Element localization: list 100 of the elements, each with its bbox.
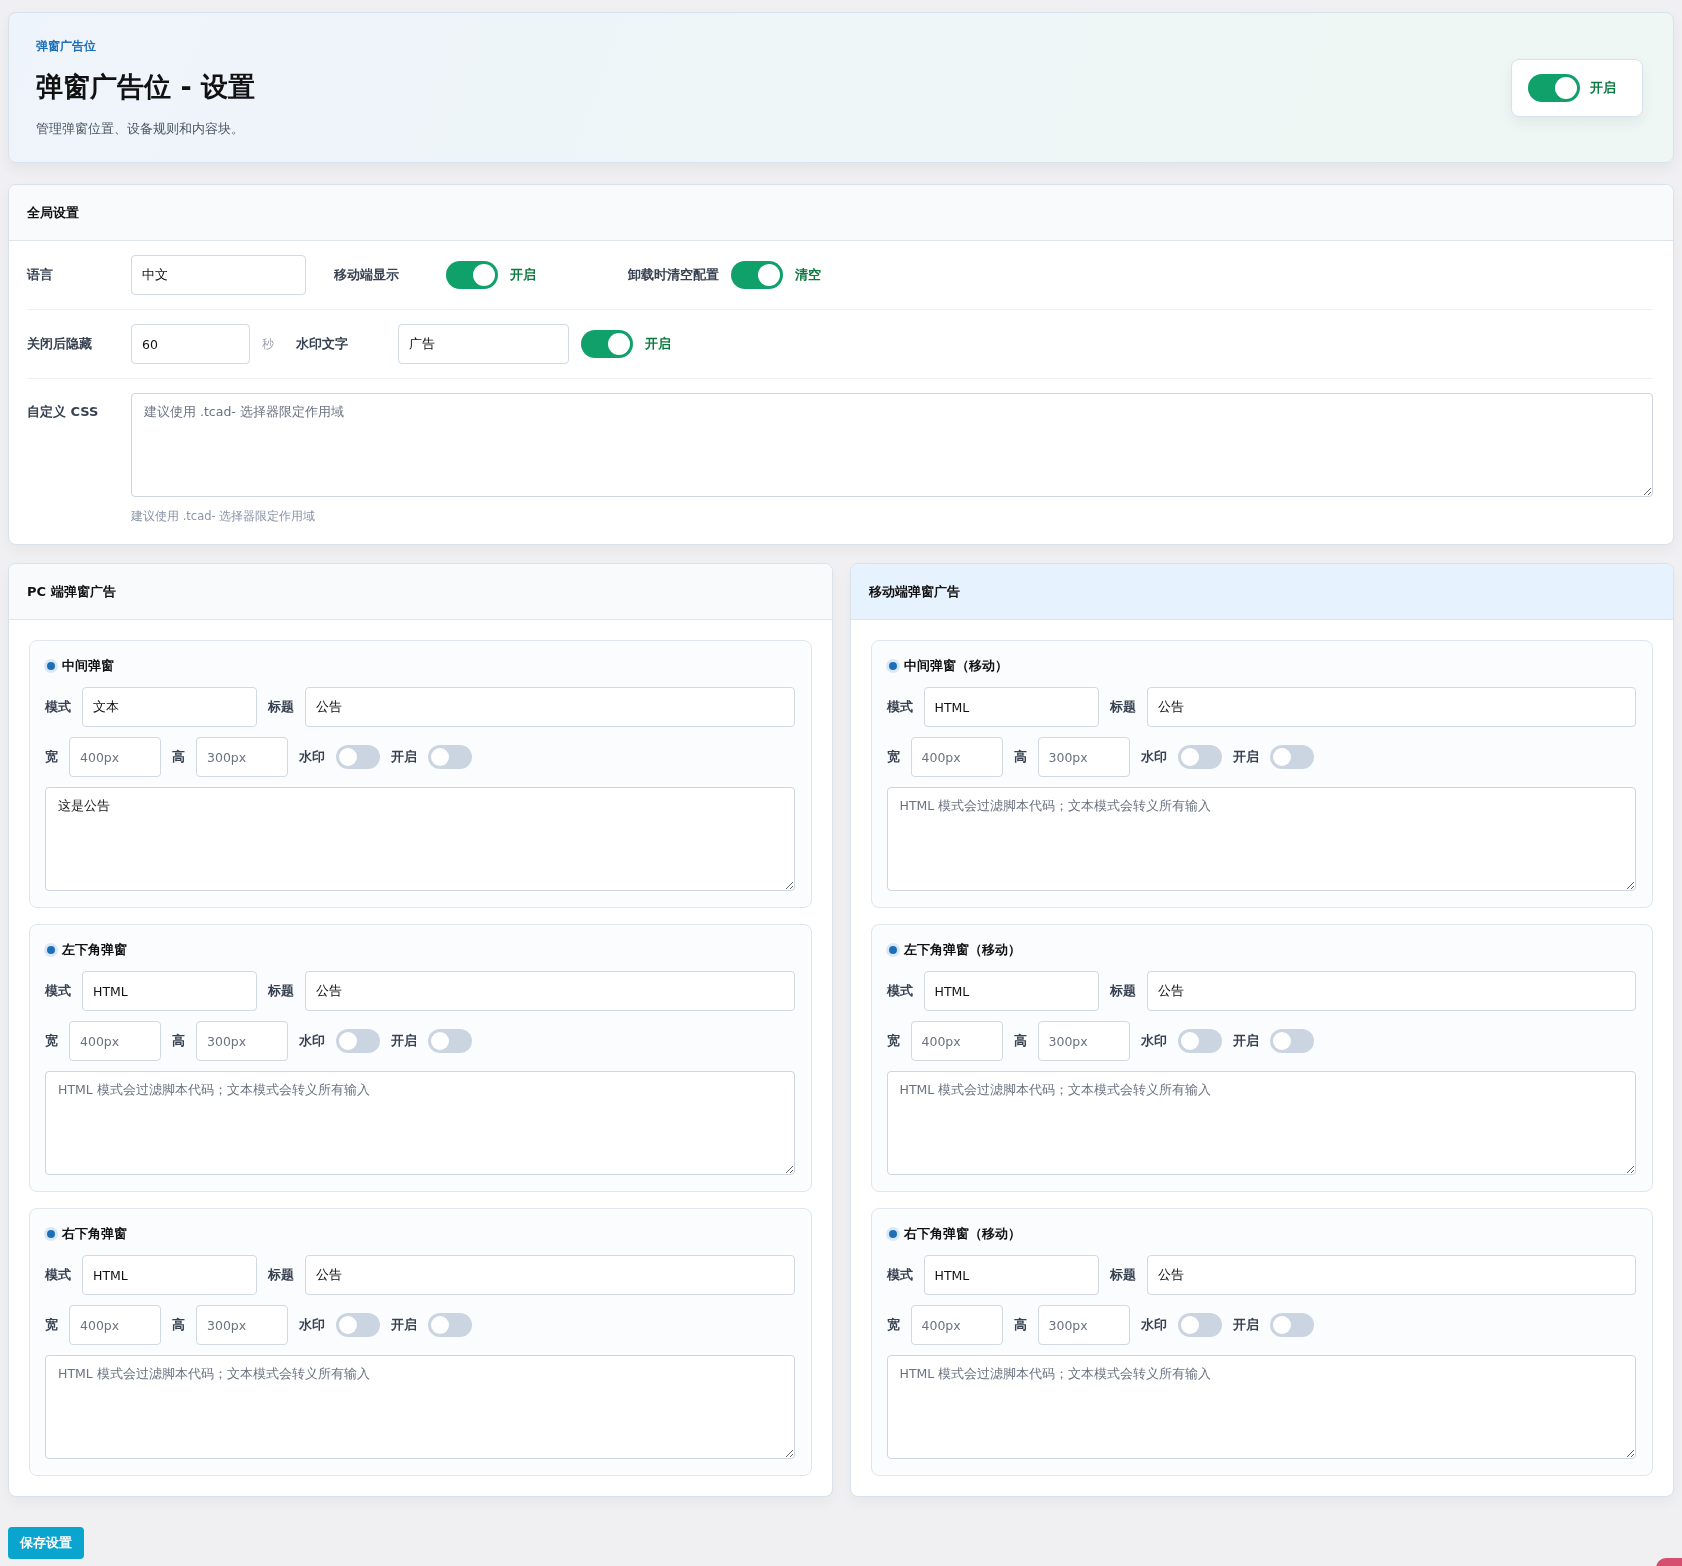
watermark-text-field[interactable]: 广告	[398, 324, 569, 364]
width-field[interactable]: 400px	[910, 737, 1003, 777]
field-label: 开启	[1232, 1032, 1259, 1050]
toggle-switch[interactable]	[581, 330, 633, 358]
field-label: 标题	[268, 982, 294, 1000]
field-label: 开启	[1232, 748, 1259, 766]
mode-field[interactable]: HTML	[923, 971, 1099, 1011]
height-field[interactable]: 300px	[196, 1305, 288, 1345]
title-field[interactable]: 公告	[305, 1255, 795, 1295]
field-label: 关闭后隐藏	[27, 335, 93, 353]
toggle-switch[interactable]	[336, 1029, 380, 1053]
unit-label: 秒	[262, 335, 274, 353]
toggle-switch[interactable]	[428, 1313, 472, 1337]
toggle-switch[interactable]	[428, 745, 472, 769]
field-label: 宽	[886, 1316, 900, 1334]
card-title: 右下角弹窗	[62, 1225, 127, 1243]
hide-seconds-field[interactable]: 60	[131, 324, 250, 364]
card-title: 中间弹窗	[62, 657, 114, 675]
bullet-icon	[47, 1230, 55, 1238]
toggle-switch[interactable]	[1177, 1029, 1222, 1053]
toggle-switch[interactable]	[1269, 1029, 1314, 1053]
field-label: 高	[1013, 748, 1027, 766]
content-field[interactable]: HTML 模式会过滤脚本代码；文本模式会转义所有输入	[45, 1071, 795, 1175]
width-field[interactable]: 400px	[69, 1305, 161, 1345]
field-label: 开启	[391, 1032, 417, 1050]
custom-css-field[interactable]: 建议使用 .tcad- 选择器限定作用域	[131, 393, 1653, 497]
toggle-switch[interactable]	[1269, 1313, 1314, 1337]
bullet-icon	[47, 662, 55, 670]
content-field[interactable]: HTML 模式会过滤脚本代码；文本模式会转义所有输入	[886, 1071, 1636, 1175]
toggle-switch[interactable]	[428, 1029, 472, 1053]
field-label: 高	[1013, 1316, 1027, 1334]
field-label: 高	[1013, 1032, 1027, 1050]
content-field[interactable]: 这是公告	[45, 787, 795, 891]
bullet-icon	[47, 946, 55, 954]
field-label: 标题	[1109, 982, 1136, 1000]
content-field[interactable]: HTML 模式会过滤脚本代码；文本模式会转义所有输入	[886, 1355, 1636, 1459]
field-label: 模式	[45, 1266, 71, 1284]
field-label: 宽	[45, 1032, 58, 1050]
field-label: 标题	[1109, 698, 1136, 716]
field-label: 开启	[391, 1316, 417, 1334]
height-field[interactable]: 300px	[1037, 1305, 1130, 1345]
card-title: 右下角弹窗（移动）	[903, 1225, 1021, 1243]
toggle-switch[interactable]	[731, 261, 783, 289]
field-label: 水印	[1140, 1032, 1167, 1050]
title-field[interactable]: 公告	[1146, 1255, 1636, 1295]
height-field[interactable]: 300px	[1037, 737, 1130, 777]
toggle-switch[interactable]	[1528, 73, 1580, 102]
toggle-switch[interactable]	[1269, 745, 1314, 769]
language-field[interactable]: 中文	[131, 255, 306, 295]
field-label: 高	[172, 1032, 185, 1050]
field-label: 语言	[27, 266, 54, 284]
mode-field[interactable]: HTML	[82, 971, 257, 1011]
field-label: 水印	[299, 1032, 325, 1050]
title-field[interactable]: 公告	[305, 687, 795, 727]
toggle-switch[interactable]	[1177, 745, 1222, 769]
content-field[interactable]: HTML 模式会过滤脚本代码；文本模式会转义所有输入	[45, 1355, 795, 1459]
title-field[interactable]: 公告	[305, 971, 795, 1011]
title-field[interactable]: 公告	[1146, 687, 1636, 727]
field-label: 模式	[45, 982, 71, 1000]
field-label: 模式	[886, 698, 913, 716]
field-label: 标题	[268, 1266, 294, 1284]
panel-title: 全局设置	[27, 203, 79, 222]
mode-field[interactable]: HTML	[923, 687, 1099, 727]
height-field[interactable]: 300px	[1037, 1021, 1130, 1061]
field-label: 水印文字	[296, 335, 349, 353]
content-field[interactable]: HTML 模式会过滤脚本代码；文本模式会转义所有输入	[886, 787, 1636, 891]
card-title: 中间弹窗（移动）	[903, 657, 1008, 675]
mode-field[interactable]: HTML	[82, 1255, 257, 1295]
mode-field[interactable]: HTML	[923, 1255, 1099, 1295]
field-label: 水印	[299, 748, 325, 766]
bullet-icon	[888, 946, 897, 954]
height-field[interactable]: 300px	[196, 737, 288, 777]
field-label: 开启	[391, 748, 417, 766]
field-label: 宽	[45, 1316, 58, 1334]
toggle-label: 开启	[645, 335, 671, 353]
toggle-switch[interactable]	[336, 745, 380, 769]
width-field[interactable]: 400px	[69, 737, 161, 777]
width-field[interactable]: 400px	[910, 1021, 1003, 1061]
card-title: 左下角弹窗（移动）	[903, 941, 1021, 959]
mode-field[interactable]: 文本	[82, 687, 257, 727]
toggle-switch[interactable]	[336, 1313, 380, 1337]
card-title: 左下角弹窗	[62, 941, 127, 959]
panel-title: 移动端弹窗广告	[868, 582, 960, 601]
field-label: 水印	[1140, 1316, 1167, 1334]
field-label: 标题	[1109, 1266, 1136, 1284]
toggle-switch[interactable]	[1177, 1313, 1222, 1337]
bullet-icon	[888, 1230, 897, 1238]
title-field[interactable]: 公告	[1146, 971, 1636, 1011]
toggle-switch[interactable]	[446, 261, 498, 289]
field-label: 宽	[45, 748, 58, 766]
toggle-label: 清空	[795, 266, 821, 284]
field-label: 水印	[299, 1316, 325, 1334]
field-label: 高	[172, 748, 185, 766]
height-field[interactable]: 300px	[196, 1021, 288, 1061]
width-field[interactable]: 400px	[69, 1021, 161, 1061]
field-label: 宽	[886, 1032, 900, 1050]
field-label: 移动端显示	[334, 266, 400, 284]
field-label: 高	[172, 1316, 185, 1334]
width-field[interactable]: 400px	[910, 1305, 1003, 1345]
field-label: 水印	[1140, 748, 1167, 766]
